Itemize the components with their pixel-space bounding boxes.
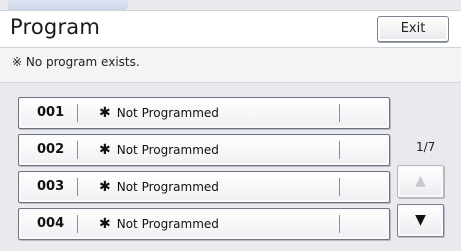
divider bbox=[339, 141, 340, 159]
divider bbox=[339, 104, 340, 122]
page-title: Program bbox=[10, 15, 101, 39]
program-label: Not Programmed bbox=[116, 180, 219, 194]
program-row-003[interactable]: 003 ✱ Not Programmed bbox=[18, 171, 390, 203]
status-message: ※ No program exists. bbox=[12, 55, 140, 69]
program-number: 001 bbox=[37, 105, 65, 120]
program-name: ✱ Not Programmed bbox=[99, 179, 319, 195]
asterisk-icon: ✱ bbox=[99, 142, 111, 158]
asterisk-icon: ✱ bbox=[99, 216, 111, 232]
up-arrow-icon: ▲ bbox=[415, 173, 426, 189]
divider bbox=[339, 215, 340, 233]
exit-button[interactable]: Exit bbox=[377, 16, 449, 42]
scroll-up-button[interactable]: ▲ bbox=[397, 165, 444, 198]
scroll-down-button[interactable]: ▼ bbox=[397, 204, 444, 237]
program-row-001[interactable]: 001 ✱ Not Programmed bbox=[18, 97, 390, 129]
divider bbox=[77, 215, 78, 233]
program-screen: Program Exit ※ No program exists. 001 ✱ N… bbox=[0, 0, 461, 251]
program-row-004[interactable]: 004 ✱ Not Programmed bbox=[18, 208, 390, 240]
down-arrow-icon: ▼ bbox=[415, 212, 426, 228]
program-row-002[interactable]: 002 ✱ Not Programmed bbox=[18, 134, 390, 166]
program-number: 002 bbox=[37, 142, 65, 157]
program-number: 003 bbox=[37, 179, 65, 194]
program-label: Not Programmed bbox=[116, 106, 219, 120]
message-bar: ※ No program exists. bbox=[0, 48, 461, 83]
asterisk-icon: ✱ bbox=[99, 105, 111, 121]
divider bbox=[77, 178, 78, 196]
header-bar: Program Exit bbox=[0, 10, 461, 48]
program-name: ✱ Not Programmed bbox=[99, 105, 319, 121]
divider bbox=[77, 141, 78, 159]
asterisk-icon: ✱ bbox=[99, 179, 111, 195]
divider bbox=[77, 104, 78, 122]
program-label: Not Programmed bbox=[116, 143, 219, 157]
program-name: ✱ Not Programmed bbox=[99, 216, 319, 232]
program-name: ✱ Not Programmed bbox=[99, 142, 319, 158]
page-indicator: 1/7 bbox=[416, 140, 436, 154]
program-label: Not Programmed bbox=[116, 217, 219, 231]
divider bbox=[339, 178, 340, 196]
program-number: 004 bbox=[37, 216, 65, 231]
program-list: 001 ✱ Not Programmed 002 ✱ Not Programmed … bbox=[6, 90, 446, 245]
